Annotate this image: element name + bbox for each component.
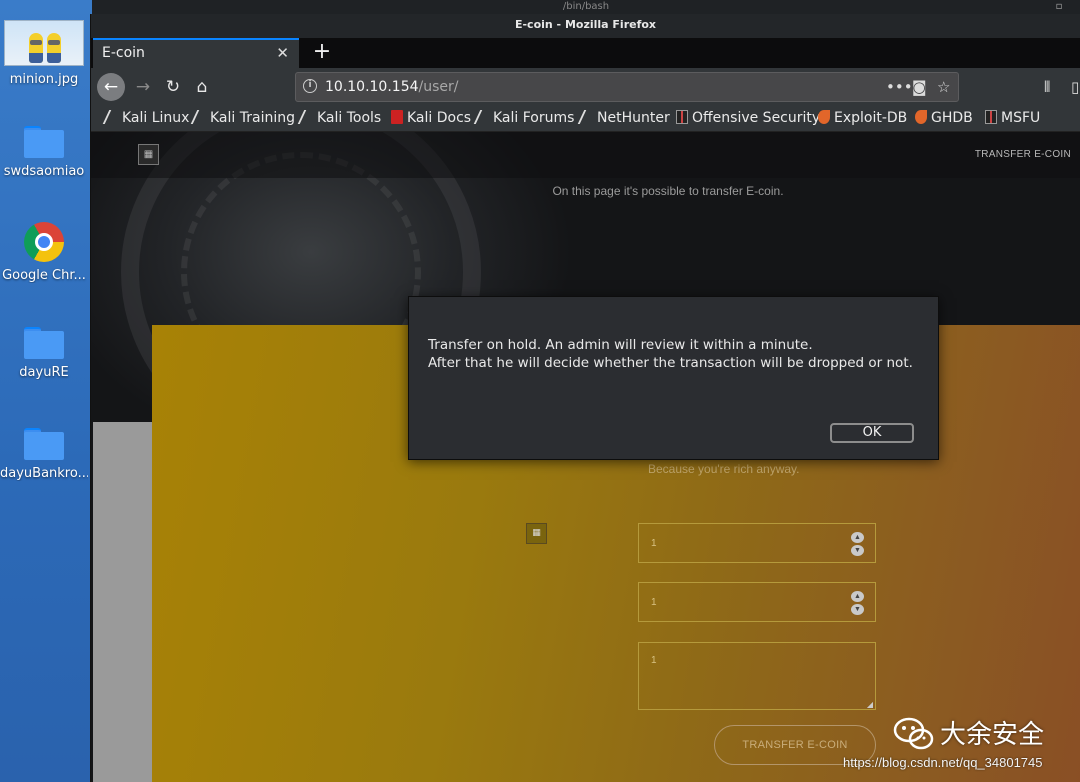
terminal-title: /bin/bash — [562, 1, 610, 12]
alert-dialog: Transfer on hold. An admin will review i… — [408, 296, 939, 460]
wechat-icon — [893, 717, 934, 750]
chevron-down-icon[interactable]: ▼ — [851, 545, 864, 556]
bookmark-label: GHDB — [931, 110, 973, 126]
gray-side-block — [93, 422, 153, 782]
desktop-icon-label: minion.jpg — [9, 72, 79, 87]
site-navbar: ▦ TRANSFER E-COIN — [91, 132, 1080, 178]
amount-value: 1 — [651, 538, 657, 549]
alert-message-line-1: Transfer on hold. An admin will review i… — [428, 337, 813, 353]
kali-dragon-icon — [297, 110, 317, 124]
desktop-icon-label: Google Chr... — [2, 268, 86, 283]
exploitdb-icon — [915, 110, 927, 124]
pocket-icon[interactable]: ◙ — [912, 73, 927, 101]
url-path: /user/ — [418, 79, 459, 95]
broken-image-icon[interactable]: ▦ — [138, 144, 159, 165]
sidebar-icon[interactable]: ▯ — [1071, 73, 1079, 101]
chrome-icon — [24, 222, 64, 262]
kali-dragon-icon — [577, 110, 597, 124]
image-thumbnail-icon — [4, 20, 84, 66]
offsec-icon — [985, 110, 997, 124]
bookmark-exploit-db[interactable]: Exploit-DB — [818, 106, 907, 132]
url-bar[interactable]: i 10.10.10.154/user/ ••• ◙ ☆ — [295, 72, 959, 102]
bookmark-star-icon[interactable]: ☆ — [937, 73, 950, 101]
window-title: E-coin - Mozilla Firefox — [91, 14, 1080, 38]
folder-icon — [24, 428, 64, 460]
resize-handle-icon[interactable]: ◢ — [867, 700, 873, 709]
desktop-icon-label: dayuBankro... — [0, 466, 88, 481]
maximize-icon[interactable]: ▫ — [1054, 0, 1064, 14]
site-info-icon[interactable]: i — [303, 79, 317, 93]
kali-docs-icon — [391, 110, 403, 124]
bookmark-label: Exploit-DB — [834, 110, 908, 126]
watermark-brand: 大余安全 — [940, 720, 1045, 750]
forward-button[interactable]: → — [129, 73, 157, 101]
comment-value: 1 — [651, 655, 657, 666]
new-tab-button[interactable]: + — [307, 38, 337, 68]
recipient-value: 1 — [651, 597, 657, 608]
page-actions-icon[interactable]: ••• — [886, 73, 913, 101]
bookmark-kali-forums[interactable]: Kali Forums — [473, 106, 575, 132]
bookmark-ghdb[interactable]: GHDB — [915, 106, 973, 132]
kali-dragon-icon — [190, 110, 210, 124]
bookmark-label: Kali Forums — [493, 110, 575, 126]
bookmarks-toolbar: Kali Linux Kali Training Kali Tools Kali… — [91, 106, 1080, 132]
reload-button[interactable]: ↻ — [159, 73, 187, 101]
back-button[interactable]: ← — [97, 73, 125, 101]
bookmark-kali-linux[interactable]: Kali Linux — [102, 106, 190, 132]
folder-icon — [24, 126, 64, 158]
amount-stepper[interactable]: ▲ ▼ — [851, 532, 864, 556]
library-icon[interactable]: ⫴ — [1044, 73, 1050, 101]
tab-ecoin[interactable]: E-coin ✕ — [93, 38, 299, 68]
bookmark-label: Kali Linux — [122, 110, 190, 126]
folder-icon — [24, 327, 64, 359]
kali-dragon-icon — [102, 110, 122, 124]
ok-button[interactable]: OK — [830, 423, 914, 443]
desktop-icon-dayubankro[interactable]: dayuBankro... — [0, 428, 88, 481]
url-text[interactable]: 10.10.10.154/user/ — [325, 73, 459, 101]
bookmark-kali-training[interactable]: Kali Training — [190, 106, 295, 132]
chevron-up-icon[interactable]: ▲ — [851, 591, 864, 602]
url-host: 10.10.10.154 — [325, 79, 419, 95]
nav-link-transfer[interactable]: TRANSFER E-COIN — [975, 132, 1071, 178]
desktop-icon-swdsaomiao[interactable]: swdsaomiao — [0, 126, 88, 179]
recipient-input[interactable]: 1 ▲ ▼ — [638, 582, 876, 622]
bookmark-label: Offensive Security — [692, 110, 821, 126]
comment-textarea[interactable]: 1 ◢ — [638, 642, 876, 710]
alert-message-line-2: After that he will decide whether the tr… — [428, 355, 913, 371]
tab-bar: E-coin ✕ + — [91, 38, 1080, 68]
desktop-icon-google-chrome[interactable]: Google Chr... — [0, 222, 88, 283]
chevron-up-icon[interactable]: ▲ — [851, 532, 864, 543]
home-button[interactable]: ⌂ — [188, 73, 216, 101]
close-tab-icon[interactable]: ✕ — [276, 40, 289, 67]
bookmark-kali-tools[interactable]: Kali Tools — [297, 106, 382, 132]
chevron-down-icon[interactable]: ▼ — [851, 604, 864, 615]
bookmark-label: NetHunter — [597, 110, 670, 126]
alert-message: Transfer on hold. An admin will review i… — [428, 336, 913, 372]
exploitdb-icon — [818, 110, 830, 124]
bookmark-msfu[interactable]: MSFU — [985, 106, 1040, 132]
desktop-icon-label: swdsaomiao — [3, 164, 85, 179]
bookmark-kali-docs[interactable]: Kali Docs — [391, 106, 471, 132]
bookmark-label: Kali Tools — [317, 110, 382, 126]
bookmark-label: Kali Docs — [407, 110, 472, 126]
recipient-stepper[interactable]: ▲ ▼ — [851, 591, 864, 615]
form-tagline: Because you're rich anyway. — [648, 462, 800, 476]
desktop-icon-label: dayuRE — [19, 365, 69, 380]
background-terminal-titlebar: /bin/bash ▫ — [92, 0, 1080, 14]
watermark-url: https://blog.csdn.net/qq_34801745 — [843, 755, 1043, 770]
broken-image-icon: ▦ — [526, 523, 547, 544]
bookmark-offensive-security[interactable]: Offensive Security — [676, 106, 820, 132]
desktop-icon-minion[interactable]: minion.jpg — [0, 20, 88, 87]
navigation-toolbar: ← → ↻ ⌂ i 10.10.10.154/user/ ••• ◙ ☆ ⫴ ▯ — [91, 68, 1080, 106]
offsec-icon — [676, 110, 688, 124]
bookmark-label: Kali Training — [210, 110, 295, 126]
bookmark-nethunter[interactable]: NetHunter — [577, 106, 670, 132]
desktop-icon-dayure[interactable]: dayuRE — [0, 327, 88, 380]
page-subtitle: On this page it's possible to transfer E… — [552, 184, 784, 198]
amount-input[interactable]: 1 ▲ ▼ — [638, 523, 876, 563]
kali-dragon-icon — [473, 110, 493, 124]
desktop-sidebar: minion.jpg swdsaomiao Google Chr... dayu… — [0, 0, 92, 782]
bookmark-label: MSFU — [1001, 110, 1041, 126]
tab-label: E-coin — [102, 45, 145, 61]
